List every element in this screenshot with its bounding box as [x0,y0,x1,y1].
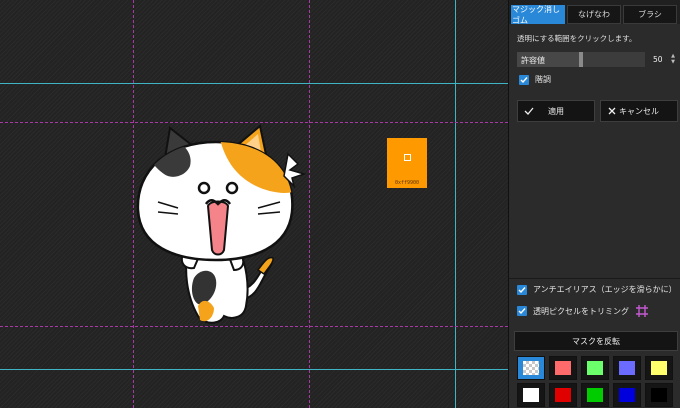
tolerance-slider[interactable]: 許容値 [517,52,645,67]
sample-point-marker [404,154,411,161]
guide-line [455,0,456,408]
invert-mask-button[interactable]: マスクを反転 [514,331,678,351]
color-swatch [619,361,635,375]
check-icon [518,286,526,293]
sample-color-box: 0xff9900 [387,138,427,188]
antialias-checkbox[interactable] [517,284,527,295]
color-swatch [523,361,539,375]
close-icon [608,107,616,115]
antialias-label: アンチエイリアス（エッジを滑らかに） [533,285,677,294]
guide-line [0,83,508,84]
mask-color-red[interactable] [549,383,577,407]
crop-icon [636,305,648,317]
guide-line [309,0,310,408]
color-swatch [587,361,603,375]
check-icon [518,308,526,315]
antialias-option[interactable]: アンチエイリアス（エッジを滑らかに） [517,284,677,295]
tool-panel: マジック消しゴム なげなわ ブラシ 透明にする範囲をクリックします。 許容値 5… [508,0,680,408]
mask-color-green[interactable] [581,383,609,407]
mask-color-light-yellow[interactable] [645,356,673,380]
gradation-checkbox[interactable] [519,74,529,85]
mask-color-blue[interactable] [613,383,641,407]
gradation-option[interactable]: 階調 [519,74,551,85]
mask-color-light-green[interactable] [581,356,609,380]
tool-tabs: マジック消しゴム なげなわ ブラシ [509,0,680,25]
mask-color-transparent[interactable] [517,356,545,380]
trim-option[interactable]: 透明ピクセルをトリミング [517,304,649,318]
color-swatch [651,361,667,375]
cat-illustration [136,124,307,324]
cancel-button[interactable]: キャンセル [600,100,678,122]
tolerance-value[interactable]: 50 [653,55,663,64]
tab-magic-eraser[interactable]: マジック消しゴム [511,5,565,25]
apply-button[interactable]: 適用 [517,100,595,122]
invert-mask-label: マスクを反転 [572,336,620,346]
trim-checkbox[interactable] [517,306,527,316]
tolerance-spinner[interactable]: ▲ ▼ [669,53,677,66]
gradation-label: 階調 [535,75,551,84]
trim-label: 透明ピクセルをトリミング [533,306,629,316]
color-swatch [651,388,667,402]
tolerance-label: 許容値 [521,56,545,65]
mask-color-light-red[interactable] [549,356,577,380]
tab-lasso[interactable]: なげなわ [567,5,621,24]
image-canvas[interactable]: 0xff9900 [0,0,508,408]
spinner-down-icon[interactable]: ▼ [669,59,677,65]
sample-color-hex: 0xff9900 [394,180,420,186]
color-swatch [523,388,539,402]
color-swatch [555,388,571,402]
divider [509,278,680,279]
color-swatch [587,388,603,402]
hint-text: 透明にする範囲をクリックします。 [517,34,637,43]
color-swatch [619,388,635,402]
check-icon [520,76,528,83]
color-swatch [555,361,571,375]
guide-line [0,369,508,370]
mask-color-white[interactable] [517,383,545,407]
tab-brush[interactable]: ブラシ [623,5,677,24]
check-icon [524,107,534,115]
tolerance-row: 許容値 50 ▲ ▼ [517,52,677,68]
mask-color-light-blue[interactable] [613,356,641,380]
tolerance-thumb[interactable] [579,52,583,67]
mask-color-black[interactable] [645,383,673,407]
